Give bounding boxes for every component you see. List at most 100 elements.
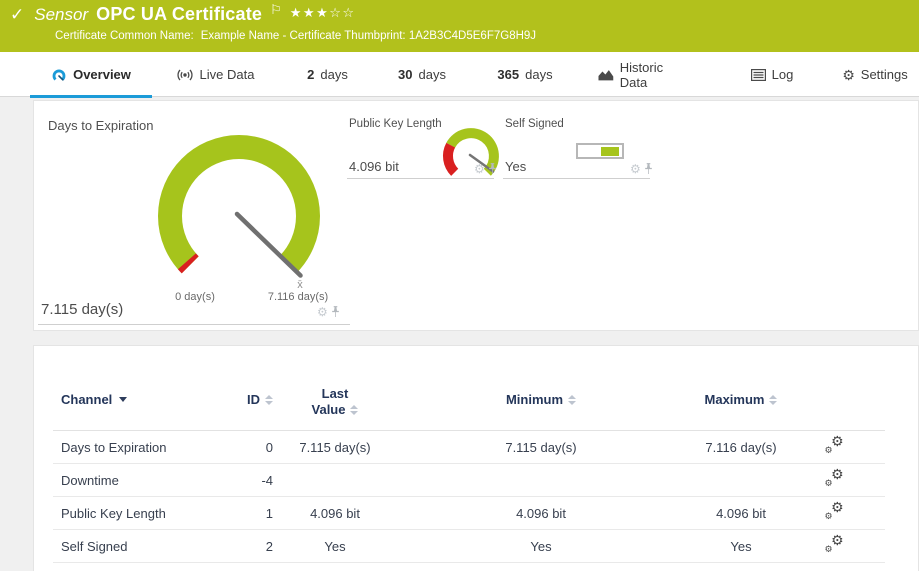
sort-icon [350, 405, 358, 415]
table-row[interactable]: Public Key Length 1 4.096 bit 4.096 bit … [53, 497, 885, 530]
sensor-title-row: ✓ Sensor OPC UA Certificate ⚐ ★★★☆☆ [10, 4, 356, 25]
tab-label: Historic Data [620, 60, 693, 90]
days-to-expiration-gauge: x̄ [149, 128, 329, 300]
tab-30-days[interactable]: 30 days [392, 52, 452, 97]
subtitle-value: Example Name - Certificate Thumbprint: 1… [201, 30, 536, 42]
gauge-title-days-to-expiration: Days to Expiration [48, 118, 154, 133]
historic-data-icon [598, 68, 614, 81]
sort-desc-icon [119, 397, 127, 402]
tab-overview[interactable]: Overview [30, 52, 152, 97]
sort-icon [265, 395, 273, 405]
tab-number: 365 [497, 67, 519, 82]
tab-label: Settings [861, 67, 908, 82]
priority-stars[interactable]: ★★★☆☆ [290, 5, 356, 21]
panel-tools: ⚙ [317, 306, 340, 318]
status-ok-check-icon: ✓ [10, 5, 24, 25]
channel-name[interactable]: Self Signed [53, 539, 231, 554]
tab-bar: Overview Live Data 2 days 30 days 365 da… [0, 52, 919, 97]
channel-settings-icon[interactable]: ⚙⚙ [825, 536, 844, 553]
channel-table-card: Channel ID Last Value Minimum [33, 345, 919, 571]
minimum-value: 4.096 bit [397, 506, 685, 521]
minimum-value: Yes [397, 539, 685, 554]
channel-settings-icon[interactable]: ⚙⚙ [825, 503, 844, 520]
channel-settings-icon[interactable]: ⚙⚙ [825, 470, 844, 487]
channel-name[interactable]: Days to Expiration [53, 440, 231, 455]
column-label: Channel [61, 392, 112, 407]
settings-icon: ⚙ [842, 68, 855, 82]
self-signed-value: Yes [505, 159, 526, 174]
tab-log[interactable]: Log [748, 52, 796, 97]
table-header-row: Channel ID Last Value Minimum [53, 386, 885, 431]
panel-divider [38, 324, 350, 325]
column-header-channel[interactable]: Channel [53, 386, 231, 407]
tab-label: Live Data [200, 67, 255, 82]
live-data-icon [176, 67, 194, 83]
tab-historic-data[interactable]: Historic Data [598, 52, 693, 97]
table-row[interactable]: Downtime -4 ⚙⚙ [53, 464, 885, 497]
channel-name[interactable]: Downtime [53, 473, 231, 488]
tab-365-days[interactable]: 365 days [495, 52, 555, 97]
column-header-minimum[interactable]: Minimum [397, 386, 685, 407]
column-header-maximum[interactable]: Maximum [685, 386, 797, 407]
sensor-kind-label: Sensor [34, 5, 88, 25]
tab-label: days [320, 67, 347, 82]
average-marker: x̄ [297, 279, 303, 291]
tab-number: 2 [307, 67, 314, 82]
gear-icon[interactable]: ⚙ [317, 306, 328, 318]
channel-name[interactable]: Public Key Length [53, 506, 231, 521]
gear-icon[interactable]: ⚙ [474, 163, 485, 175]
tab-settings[interactable]: ⚙ Settings [840, 52, 910, 97]
tab-label: days [525, 67, 552, 82]
panel-divider [347, 178, 494, 179]
table-row[interactable]: Days to Expiration 0 7.115 day(s) 7.115 … [53, 431, 885, 464]
self-signed-indicator [576, 143, 624, 159]
gauges-card: Days to Expiration x̄ 0 day(s) 7.116 day… [33, 100, 919, 331]
panel-tools: ⚙ [630, 163, 653, 175]
panel-tools: ⚙ [474, 163, 497, 175]
last-value: Yes [273, 539, 397, 554]
tab-label: Overview [73, 67, 131, 82]
column-header-id[interactable]: ID [231, 386, 273, 407]
gauge-title-self-signed: Self Signed [505, 118, 564, 130]
sort-icon [769, 395, 777, 405]
days-to-expiration-value: 7.115 day(s) [41, 301, 123, 318]
column-header-last-value[interactable]: Last Value [273, 386, 397, 418]
flag-icon[interactable]: ⚐ [270, 2, 282, 18]
public-key-length-gauge [439, 125, 503, 189]
column-label: Last [322, 386, 349, 402]
last-value: 4.096 bit [273, 506, 397, 521]
gauge-icon [51, 67, 67, 83]
pin-icon[interactable] [488, 163, 497, 175]
channel-id: 1 [231, 506, 273, 521]
channel-id: -4 [231, 473, 273, 488]
last-value: 7.115 day(s) [273, 440, 397, 455]
minimum-value: 7.115 day(s) [397, 440, 685, 455]
channel-settings-icon[interactable]: ⚙⚙ [825, 437, 844, 454]
table-row[interactable]: Self Signed 2 Yes Yes Yes ⚙⚙ [53, 530, 885, 563]
gauge-title-public-key-length: Public Key Length [349, 118, 442, 130]
sensor-header: ✓ Sensor OPC UA Certificate ⚐ ★★★☆☆ Cert… [0, 0, 919, 52]
panel-divider [503, 178, 650, 179]
maximum-value: 7.116 day(s) [685, 440, 797, 455]
column-label: Value [312, 402, 346, 418]
channel-id: 2 [231, 539, 273, 554]
subtitle-label: Certificate Common Name: [55, 30, 194, 42]
tab-live-data[interactable]: Live Data [170, 52, 260, 97]
maximum-value: Yes [685, 539, 797, 554]
gauge-scale-min: 0 day(s) [150, 291, 240, 303]
tab-label: Log [772, 67, 794, 82]
sensor-subtitle: Certificate Common Name: Example Name - … [55, 30, 536, 42]
column-label: Maximum [705, 392, 765, 407]
sort-icon [568, 395, 576, 405]
gear-icon[interactable]: ⚙ [630, 163, 641, 175]
channel-id: 0 [231, 440, 273, 455]
maximum-value: 4.096 bit [685, 506, 797, 521]
column-label: ID [247, 392, 260, 407]
pin-icon[interactable] [644, 163, 653, 175]
column-label: Minimum [506, 392, 563, 407]
page-title: OPC UA Certificate [96, 4, 262, 25]
tab-label: days [419, 67, 446, 82]
tab-2-days[interactable]: 2 days [300, 52, 355, 97]
indicator-on-knob [601, 147, 619, 156]
pin-icon[interactable] [331, 306, 340, 318]
